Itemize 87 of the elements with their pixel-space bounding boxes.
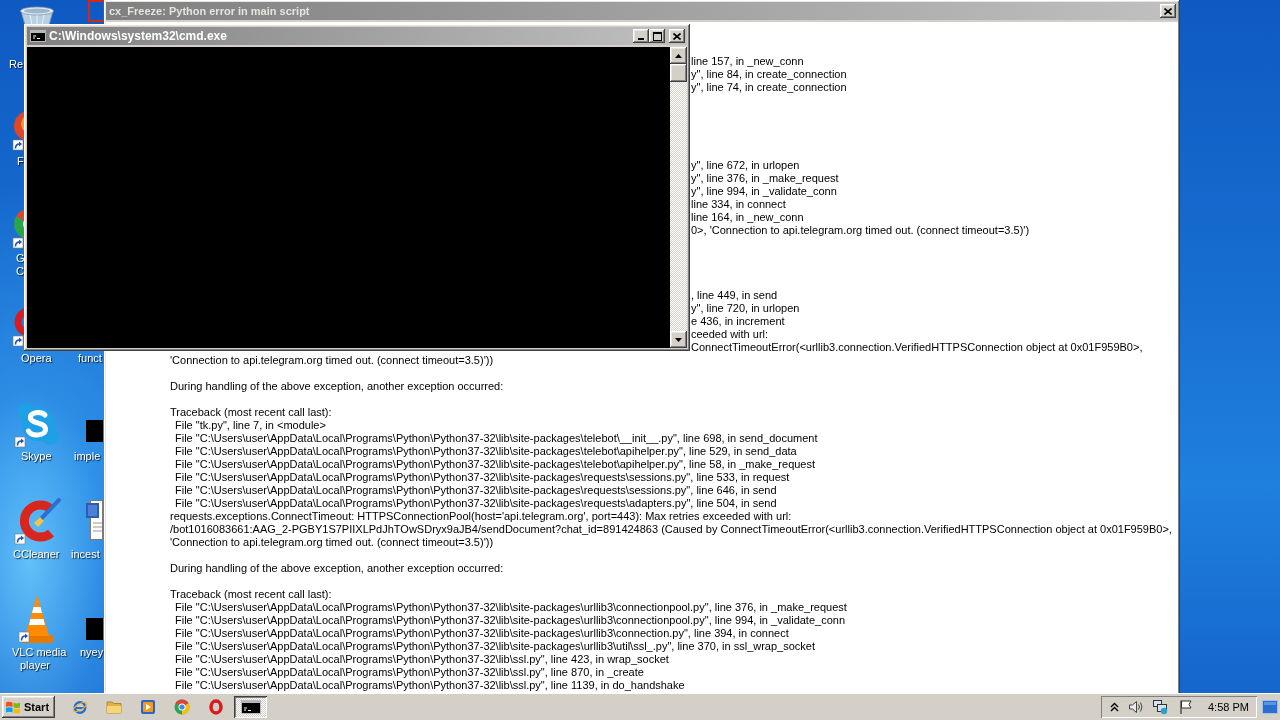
- console-icon: [240, 700, 261, 714]
- traceback-line: e 436, in increment: [691, 315, 785, 328]
- show-desktop-icon[interactable]: [1262, 700, 1278, 714]
- close-button[interactable]: [1160, 4, 1176, 18]
- error-message-line: /bot1016083661:AAG_2-PGBY1S7PIIXLPdJhTOwSDryx9aJB4/sendDocument?chat_id=891424863 (Caused by ConnectTimeoutError(<urllib3.connection.VerifiedHTTPSConnection object at 0x01F959B0>,: [170, 523, 1172, 536]
- desktop-icon-label[interactable]: F: [17, 155, 24, 168]
- stack-frame-line: File "C:\Users\user\AppData\Local\Programs\Python\Python37-32\lib\ssl.py", line 1139, in do_handshake: [175, 679, 685, 692]
- traffic-cone-icon[interactable]: [18, 594, 56, 644]
- stack-frame-line: File "C:\Users\user\AppData\Local\Programs\Python\Python37-32\lib\ssl.py", line 870, in _create: [175, 666, 644, 679]
- desktop-icon-label[interactable]: funct: [78, 352, 102, 365]
- file-thumbnail-icon[interactable]: [86, 618, 103, 640]
- round-logo-icon[interactable]: [174, 699, 190, 715]
- traceback-line: ConnectTimeoutError(<urllib3.connection.VerifiedHTTPSConnection object at 0x01F959B0>,: [691, 341, 1143, 354]
- globe-icon[interactable]: [72, 699, 88, 715]
- traceback-line: y", line 720, in urlopen: [691, 302, 800, 315]
- play-icon[interactable]: [140, 699, 156, 715]
- scrollbar-thumb[interactable]: [670, 64, 687, 82]
- stack-frame-line: File "C:\Users\user\AppData\Local\Programs\Python\Python37-32\lib\site-packages\requests\adapters.py", line 504, in send: [175, 497, 777, 510]
- message-line: 'Connection to api.telegram.org timed out. (connect timeout=3.5)')): [170, 354, 494, 367]
- error-message-line: 'Connection to api.telegram.org timed out. (connect timeout=3.5)')): [170, 536, 494, 549]
- scroll-up-button[interactable]: [670, 47, 687, 64]
- desktop-icon-label[interactable]: incest: [71, 548, 100, 561]
- minimize-button[interactable]: [633, 29, 649, 43]
- stack-frame-line: File "C:\Users\user\AppData\Local\Programs\Python\Python37-32\lib\site-packages\requests\sessions.py", line 533, in request: [175, 471, 790, 484]
- ring-icon[interactable]: [208, 699, 224, 715]
- message-line: During handling of the above exception, another exception occurred:: [170, 380, 504, 393]
- frame-icon[interactable]: [88, 0, 105, 22]
- error-message-line: requests.exceptions.ConnectTimeout: HTTPSConnectionPool(host='api.telegram.org', port=443): Max retries exceeded with url:: [170, 510, 792, 523]
- traceback-line: line 334, in connect: [691, 198, 786, 211]
- start-button[interactable]: Start: [2, 696, 55, 718]
- bin-icon[interactable]: [18, 6, 56, 25]
- close-button[interactable]: [669, 29, 685, 43]
- traceback-heading: Traceback (most recent call last):: [170, 588, 332, 601]
- desktop-icon-label[interactable]: nyey: [80, 646, 104, 659]
- traceback-line: , line 449, in send: [691, 289, 778, 302]
- maximize-button[interactable]: [649, 29, 665, 43]
- close-icon: [673, 32, 681, 40]
- traceback-line: line 164, in _new_conn: [691, 211, 804, 224]
- stack-frame-line: File "C:\Users\user\AppData\Local\Programs\Python\Python37-32\lib\site-packages\urllib3\connectionpool.py", line 994, in _validate_conn: [175, 614, 846, 627]
- desktop-icon-label[interactable]: Skype: [21, 450, 52, 463]
- stack-frame-line: File "C:\Users\user\AppData\Local\Programs\Python\Python37-32\lib\ssl.py", line 423, in wrap_socket: [175, 653, 669, 666]
- traceback-line: y", line 672, in urlopen: [691, 159, 800, 172]
- stack-frame-line: File "C:\Users\user\AppData\Local\Programs\Python\Python37-32\lib\site-packages\urllib3\util\ssl_.py", line 370, in ssl_wrap_socket: [175, 640, 815, 653]
- speaker-icon[interactable]: [1128, 699, 1144, 715]
- window-title: C:\Windows\system32\cmd.exe: [49, 29, 227, 43]
- stack-frame-line: File "C:\Users\user\AppData\Local\Programs\Python\Python37-32\lib\site-packages\telebot\apihelper.py", line 529, in send_data: [175, 445, 797, 458]
- message-line: During handling of the above exception, another exception occurred:: [170, 562, 504, 575]
- desktop-icon-label[interactable]: CCleaner: [13, 548, 60, 561]
- file-thumbnail-icon[interactable]: [86, 420, 103, 442]
- console-icon: [30, 30, 46, 42]
- desktop-icon-label[interactable]: VLC media: [12, 646, 67, 659]
- traceback-line: y", line 994, in _validate_conn: [691, 185, 837, 198]
- stack-frame-line: File "C:\Users\user\AppData\Local\Programs\Python\Python37-32\lib\site-packages\requests\sessions.py", line 646, in send: [175, 484, 777, 497]
- taskbar-button[interactable]: [234, 696, 267, 718]
- desktop-icon-label[interactable]: Re: [9, 58, 24, 71]
- traceback-line: y", line 74, in create_connection: [691, 81, 847, 94]
- traceback-line: ceeded with url:: [691, 328, 769, 341]
- stack-frame-line: File "C:\Users\user\AppData\Local\Programs\Python\Python37-32\lib\site-packages\urllib3\connection.py", line 394, in connect: [175, 627, 789, 640]
- desktop-icon-label[interactable]: imple: [74, 450, 101, 463]
- traceback-line: 0>, 'Connection to api.telegram.org timed out. (connect timeout=3.5)'): [691, 224, 1030, 237]
- stack-frame-line: File "C:\Users\user\AppData\Local\Programs\Python\Python37-32\lib\site-packages\telebot\__init__.py", line 698, in send_document: [175, 432, 818, 445]
- traceback-heading: Traceback (most recent call last):: [170, 406, 332, 419]
- close-icon: [1164, 7, 1172, 15]
- traceback-line: line 157, in _new_conn: [691, 55, 804, 68]
- desktop-icon-label[interactable]: Opera: [21, 352, 52, 365]
- caret-down-icon: [675, 337, 682, 342]
- flag-icon[interactable]: [1178, 699, 1194, 715]
- scroll-down-button[interactable]: [670, 331, 687, 348]
- desktop-icon-label[interactable]: G: [16, 252, 25, 265]
- clock[interactable]: 4:58 PM: [1208, 701, 1249, 713]
- stack-frame-line: File "C:\Users\user\AppData\Local\Programs\Python\Python37-32\lib\site-packages\telebot\apihelper.py", line 58, in _make_request: [175, 458, 816, 471]
- stack-frame-line: File "C:\Users\user\AppData\Local\Programs\Python\Python37-32\lib\site-packages\urllib3\connectionpool.py", line 376, in _make_request: [175, 601, 847, 614]
- traceback-line: y", line 376, in _make_request: [691, 172, 839, 185]
- cloud-logo-icon[interactable]: [14, 402, 60, 448]
- document-icon[interactable]: [86, 499, 103, 541]
- desktop-icon-label[interactable]: C: [16, 265, 24, 278]
- stack-frame-line: File "tk.py", line 7, in <module>: [175, 419, 326, 432]
- brush-logo-icon[interactable]: [14, 497, 62, 545]
- window-title: cx_Freeze: Python error in main script: [109, 5, 310, 17]
- scrollbar-track[interactable]: [670, 47, 687, 348]
- traceback-line: y", line 84, in create_connection: [691, 68, 847, 81]
- maximize-icon: [652, 31, 662, 41]
- desktop-icon-label[interactable]: player: [20, 659, 50, 672]
- caret-up-icon: [675, 53, 682, 58]
- flag-logo-icon: [5, 699, 21, 715]
- network-icon[interactable]: [1152, 699, 1168, 715]
- chevron-up-icon[interactable]: [1110, 702, 1119, 712]
